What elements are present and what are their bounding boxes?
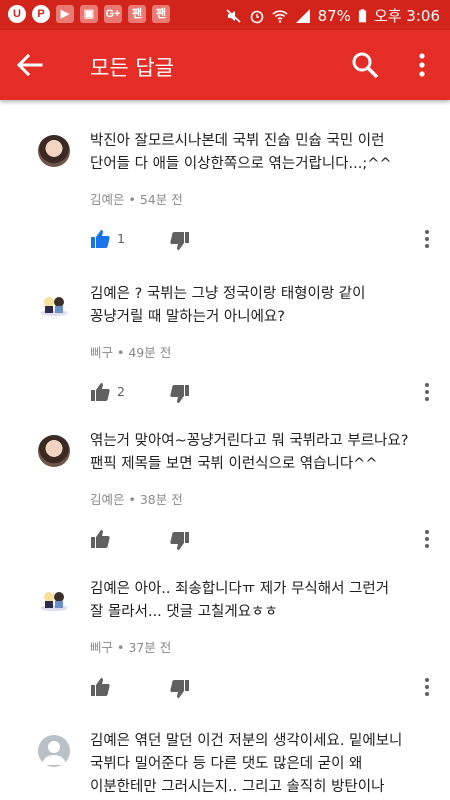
page-title: 모든 답글 — [90, 56, 174, 80]
battery-percent: 87% — [317, 6, 351, 25]
thumbs-down-icon[interactable] — [170, 384, 190, 404]
p-app-icon: P — [32, 5, 50, 23]
thumbs-down-icon[interactable] — [170, 531, 190, 551]
reply-author-time: 김예은 • 38분 전 — [90, 492, 183, 507]
thumbs-up-icon[interactable] — [90, 529, 110, 549]
system-indicators: 87% 오후 3:06 — [226, 5, 440, 26]
youtube-icon: ▶ — [56, 5, 74, 23]
battery-icon — [358, 8, 367, 22]
more-vert-icon[interactable] — [422, 382, 432, 402]
reply-text: 김예은 엮던 말던 이건 저분의 생각이세요. 밑에보니 국뷔다 밀어준다 등 … — [90, 733, 403, 795]
notification-icons: U P ▶ ▣ G+ 팬 팬 — [8, 5, 170, 23]
reply-text: 엮는거 맞아여~꽁냥거린다고 뭐 국뷔라고 부르나요? 팬픽 제목들 보면 국뷔… — [90, 433, 409, 472]
thumbs-down-icon[interactable] — [170, 231, 190, 251]
thumbs-up-icon[interactable] — [90, 677, 110, 697]
gallery-icon: ▣ — [80, 5, 98, 23]
signal-icon — [295, 8, 310, 23]
user-avatar[interactable] — [38, 435, 70, 467]
reply-text: 박진아 잘모르시나본데 국뷔 진슙 민슙 국민 이런 단어들 다 애들 이상한쪽… — [90, 133, 392, 172]
app-bar: 모든 답글 — [0, 30, 450, 100]
user-avatar[interactable] — [38, 735, 70, 767]
reply-author-time: 삐구 • 49분 전 — [90, 345, 172, 360]
like-count: 2 — [117, 384, 125, 399]
reply-text: 김예은 아아.. 죄송합니다ㅠ 제가 무식해서 그런거 잘 몰라서... 댓글 … — [90, 581, 390, 620]
fanfan-icon: 팬 — [152, 5, 170, 23]
thumbs-down-icon[interactable] — [170, 679, 190, 699]
thumbs-up-icon[interactable] — [90, 382, 110, 402]
back-arrow-icon[interactable] — [14, 51, 44, 79]
reply-author-time: 김예은 • 54분 전 — [90, 192, 183, 207]
user-avatar[interactable] — [38, 288, 70, 320]
more-vert-icon[interactable] — [422, 677, 432, 697]
gplus-icon: G+ — [104, 5, 122, 23]
reply-text: 김예은 ? 국뷔는 그냥 정국이랑 태형이랑 같이 꽁냥거릴 때 말하는거 아니… — [90, 286, 366, 325]
reply-author-time: 삐구 • 37분 전 — [90, 640, 172, 655]
status-bar: U P ▶ ▣ G+ 팬 팬 87% 오후 3:06 — [0, 0, 450, 30]
wifi-icon — [272, 9, 288, 23]
more-vert-icon[interactable] — [412, 50, 432, 80]
search-icon[interactable] — [350, 50, 380, 80]
more-vert-icon[interactable] — [422, 529, 432, 549]
like-count: 1 — [117, 231, 125, 246]
user-avatar[interactable] — [38, 583, 70, 615]
thumbs-up-icon[interactable] — [90, 229, 110, 249]
mute-icon — [226, 8, 241, 23]
alarm-icon — [250, 10, 263, 23]
user-avatar[interactable] — [38, 135, 70, 167]
u-app-icon: U — [8, 5, 26, 23]
more-vert-icon[interactable] — [422, 229, 432, 249]
fanfan-icon: 팬 — [128, 5, 146, 23]
clock: 오후 3:06 — [373, 7, 440, 25]
